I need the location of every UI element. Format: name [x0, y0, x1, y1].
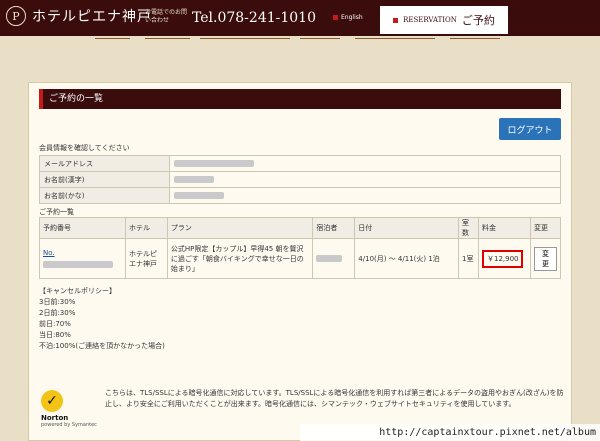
name-kana-label: お名前(かな): [39, 187, 170, 204]
content-panel: ご予約の一覧 ログアウト 会員情報を確認してください メールアドレス お名前(漢…: [28, 82, 572, 441]
logout-button[interactable]: ログアウト: [499, 118, 561, 140]
change-button[interactable]: 変 更: [533, 246, 557, 271]
hotel-cell: ホテルピエナ神戸: [124, 238, 168, 279]
price-cell: ￥12,900: [477, 238, 531, 279]
table-header-row: 予約番号 ホテル プラン 宿泊者 日付 室数 料金 変更: [39, 217, 562, 239]
name-kana-value: [169, 187, 561, 204]
table-row: お名前(かな): [39, 187, 561, 204]
col-header: 変更: [529, 217, 562, 239]
cancel-policy-title: 【キャンセルポリシー】: [39, 287, 116, 295]
email-value: [169, 155, 561, 172]
norton-name: Norton: [41, 414, 69, 422]
date-cell: 4/10(月) ～ 4/11(火) 1泊: [354, 238, 460, 279]
email-label: メールアドレス: [39, 155, 170, 172]
section-title: ご予約の一覧: [39, 89, 561, 109]
col-header: 料金: [477, 217, 531, 239]
col-header: 予約番号: [39, 217, 126, 239]
english-label: English: [341, 14, 363, 21]
square-bullet-icon: [333, 15, 338, 20]
cancel-policy: 【キャンセルポリシー】 3日前:30% 2日前:30% 前日:70% 当日:80…: [39, 286, 165, 352]
reservation-number-cell: No.: [39, 238, 126, 279]
cancel-policy-line: 当日:80%: [39, 331, 71, 339]
reservation-jp-label: ご予約: [461, 14, 495, 27]
norton-powered: powered by Symantec: [41, 422, 97, 428]
guest-cell: [312, 238, 356, 279]
cancel-policy-line: 不泊:100%(ご連絡を頂かなかった場合): [39, 342, 165, 350]
site-header: P ホテルピエナ神戸 お電話でのお問い合わせ Tel.078-241-1010 …: [0, 0, 600, 36]
reservation-list-title: ご予約一覧: [39, 208, 74, 216]
table-row: お名前(漢字): [39, 171, 561, 188]
reservation-number-link[interactable]: No.: [43, 249, 55, 257]
name-kanji-label: お名前(漢字): [39, 171, 170, 188]
col-header: ホテル: [124, 217, 168, 239]
cancel-policy-line: 3日前:30%: [39, 298, 76, 306]
col-header: 室数: [458, 217, 479, 239]
logo-mark-icon: P: [6, 6, 26, 26]
english-link[interactable]: English: [333, 14, 363, 21]
table-row: No. ホテルピエナ神戸 公式HP限定【カップル】早得45 朝を贅沢に過ごす「朝…: [39, 238, 562, 279]
name-kanji-value: [169, 171, 561, 188]
ssl-notice: こちらは、TLS/SSLによる暗号化通信に対応しています。TLS/SSLによる暗…: [105, 389, 564, 408]
col-header: 宿泊者: [312, 217, 356, 239]
reservation-button[interactable]: RESERVATION ご予約: [380, 6, 508, 34]
cancel-policy-line: 前日:70%: [39, 320, 71, 328]
cancel-policy-line: 2日前:30%: [39, 309, 76, 317]
watermark: http://captainxtour.pixnet.net/album: [300, 424, 600, 441]
member-info-table: メールアドレス お名前(漢字) お名前(かな): [39, 155, 561, 204]
logo-text: ホテルピエナ神戸: [32, 9, 152, 25]
confirm-text: 会員情報を確認してください: [39, 144, 130, 152]
square-bullet-icon: [393, 17, 399, 23]
nav-strip: [0, 36, 600, 46]
change-cell: 変 更: [529, 238, 562, 279]
norton-seal[interactable]: ✓ Norton powered by Symantec: [41, 388, 97, 428]
table-row: メールアドレス: [39, 155, 561, 172]
price-value: ￥12,900: [481, 249, 524, 268]
col-header: 日付: [354, 217, 460, 239]
hotel-logo[interactable]: P ホテルピエナ神戸: [6, 6, 152, 26]
reservation-table: 予約番号 ホテル プラン 宿泊者 日付 室数 料金 変更 No. ホテルピエナ神…: [39, 217, 562, 279]
col-header: プラン: [166, 217, 314, 239]
tel-number[interactable]: Tel.078-241-1010: [192, 10, 316, 26]
tel-label: お電話でのお問い合わせ: [145, 9, 188, 24]
reservation-label: RESERVATION: [403, 16, 457, 24]
rooms-cell: 1室: [458, 238, 479, 279]
checkmark-icon: ✓: [41, 390, 63, 412]
plan-cell: 公式HP限定【カップル】早得45 朝を贅沢に過ごす「朝食バイキングで幸せな一日の…: [166, 238, 314, 279]
